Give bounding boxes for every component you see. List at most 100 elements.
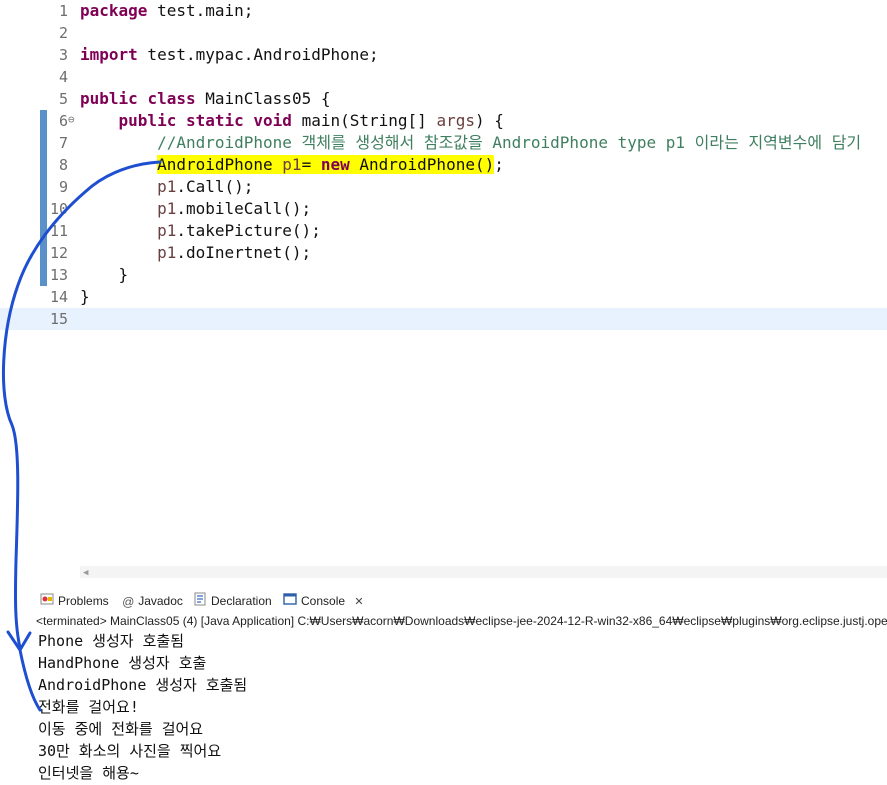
code-token: MainClass05 { [195,89,331,108]
line-number: 8 [58,156,68,174]
code-token: //AndroidPhone 객체를 생성해서 참조값을 AndroidPhon… [157,133,862,152]
code-token: p1 [157,243,177,262]
line-number: 3 [58,46,68,64]
console-icon [283,590,297,614]
tab-label: Javadoc [138,594,183,608]
code-token: new [320,155,350,174]
line-number: 14 [49,288,68,306]
code-token: test.mypac.AndroidPhone; [137,45,379,64]
code-token: .takePicture(); [176,221,321,240]
code-text: public static void main(String[] args) { [80,110,504,132]
code-line[interactable]: 14} [0,286,887,308]
line-number: 9 [58,178,68,196]
code-token: package [80,1,148,20]
line-number: 12 [49,244,68,262]
code-token: class [147,89,196,108]
code-token: void [253,111,292,130]
console-line: 전화를 걸어요! [38,698,139,716]
code-token: = [301,155,321,174]
code-line[interactable]: 15 [0,308,887,330]
code-token: public [80,89,138,108]
tab-label: Problems [58,594,109,608]
code-token: p1 [282,155,302,174]
code-line[interactable]: 9 p1.Call(); [0,176,887,198]
console-line: 인터넷을 해용~ [38,764,139,782]
code-line[interactable]: 12 p1.doInertnet(); [0,242,887,264]
console-line: 30만 화소의 사진을 찍어요 [38,742,222,760]
line-number: 13 [49,266,68,284]
code-line[interactable]: 8 AndroidPhone p1= new AndroidPhone(); [0,154,887,176]
line-number: 15 [49,310,68,328]
line-number: 7 [58,134,68,152]
code-text: //AndroidPhone 객체를 생성해서 참조값을 AndroidPhon… [80,132,861,154]
console-output[interactable]: Phone 생성자 호출됨 HandPhone 생성자 호출 AndroidPh… [38,630,887,784]
tab-label: Console [301,594,346,608]
code-token: .doInertnet(); [176,243,312,262]
tab-declaration[interactable]: Declaration [193,589,272,613]
console-line: 이동 중에 전화를 걸어요 [38,720,204,738]
code-token: public [118,111,177,130]
tab-label: Declaration [211,594,272,608]
code-token: main(String[] [291,111,437,130]
code-text: } [80,264,129,286]
code-editor[interactable]: 1 package test.main; 2 3 import test.mypac.A… [0,0,887,578]
fold-toggle-icon[interactable]: ⊖ [68,112,75,128]
code-line[interactable]: 13 } [0,264,887,286]
arrow-head [6,630,42,712]
console-status: <terminated> MainClass05 (4) [Java Appli… [36,614,887,628]
code-token: args [436,111,475,130]
code-line[interactable]: 2 [0,22,887,44]
code-text: p1.mobileCall(); [80,198,311,220]
line-number: 4 [58,68,68,86]
code-token: p1 [157,221,177,240]
code-line[interactable]: 5 public class MainClass05 { [0,88,887,110]
line-number: 5 [58,90,68,108]
line-number: 6 [58,112,68,130]
console-line: HandPhone 생성자 호출 [38,654,207,672]
code-text: p1.doInertnet(); [80,242,311,264]
line-number: 2 [58,24,68,42]
tab-javadoc[interactable]: @ Javadoc [122,589,183,613]
code-token: } [80,287,90,306]
code-line[interactable]: 1 package test.main; [0,0,887,22]
code-token: .mobileCall(); [176,199,312,218]
code-token: p1 [157,177,177,196]
code-line[interactable]: 10 p1.mobileCall(); [0,198,887,220]
scroll-left-icon[interactable]: ◀ [83,566,88,578]
code-token: import [80,45,138,64]
code-token: AndroidPhone [157,155,283,174]
horizontal-scrollbar[interactable]: ◀ [80,566,887,578]
javadoc-icon: @ [122,594,135,609]
console-line: Phone 생성자 호출됨 [38,632,185,650]
line-number: 11 [49,222,68,240]
code-line[interactable]: 3 import test.mypac.AndroidPhone; [0,44,887,66]
code-text: } [80,286,90,308]
code-token: test.main; [147,1,254,20]
code-token: } [80,265,129,284]
code-text: p1.takePicture(); [80,220,321,242]
code-line[interactable]: 7 //AndroidPhone 객체를 생성해서 참조값을 AndroidPh… [0,132,887,154]
code-line[interactable]: 4 [0,66,887,88]
line-number: 10 [49,200,68,218]
console-line: AndroidPhone 생성자 호출됨 [38,676,248,694]
close-icon[interactable]: ✕ [354,596,363,608]
tab-problems[interactable]: Problems [40,589,109,613]
code-line[interactable]: 6 ⊖ public static void main(String[] args… [0,110,887,132]
declaration-icon [193,590,207,614]
code-line[interactable]: 11 p1.takePicture(); [0,220,887,242]
code-text: p1.Call(); [80,176,253,198]
tab-console[interactable]: Console ✕ [283,589,364,613]
code-token: AndroidPhone() [349,155,495,174]
code-text: AndroidPhone p1= new AndroidPhone(); [80,154,504,176]
code-text: package test.main; [80,0,253,22]
code-token: ) { [474,111,504,130]
